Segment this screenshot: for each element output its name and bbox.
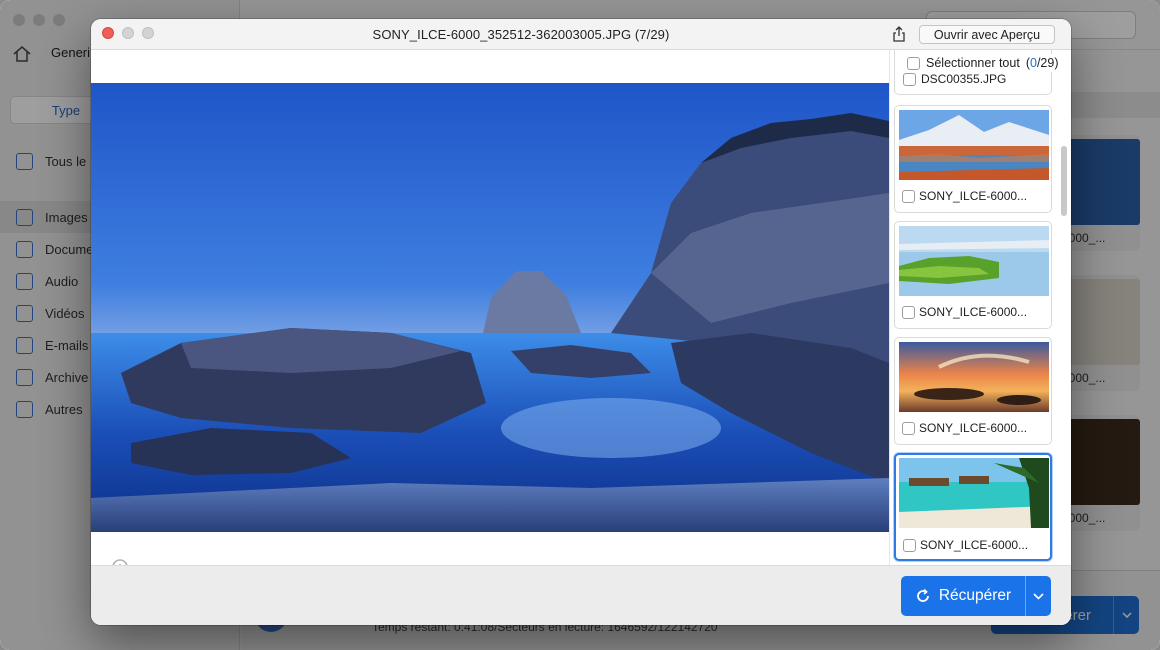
recover-main-button[interactable]: Récupérer	[901, 576, 1025, 616]
thumbnail-label: SONY_ILCE-6000...	[919, 189, 1028, 203]
thumbnail-image	[899, 342, 1049, 412]
select-all-label[interactable]: Sélectionner tout	[926, 56, 1020, 70]
thumbnail-item[interactable]: SONY_ILCE-6000...	[894, 337, 1052, 445]
thumbnail-item-selected[interactable]: SONY_ILCE-6000...	[894, 453, 1052, 561]
thumbnail-image	[899, 226, 1049, 296]
thumbnail-panel: DSC00355.JPG Sélectionner tout (0/29) SO…	[889, 50, 1071, 565]
recover-dropdown-button[interactable]	[1025, 576, 1051, 616]
thumbnail-image	[899, 458, 1049, 528]
thumbnail-checkbox[interactable]	[903, 538, 916, 552]
thumbnail-label-row: SONY_ILCE-6000...	[902, 189, 1027, 203]
select-all-row: Sélectionner tout (0/29)	[905, 54, 1061, 72]
thumbnail-label: DSC00355.JPG	[921, 72, 1007, 86]
preview-modal: SONY_ILCE-6000_352512-362003005.JPG (7/2…	[91, 19, 1071, 625]
thumbnail-item[interactable]: SONY_ILCE-6000...	[894, 221, 1052, 329]
preview-image	[91, 83, 889, 532]
select-all-checkbox[interactable]	[907, 56, 920, 70]
modal-title: SONY_ILCE-6000_352512-362003005.JPG (7/2…	[372, 27, 670, 42]
thumbnail-scrollbar[interactable]	[1061, 146, 1067, 216]
thumbnail-checkbox[interactable]	[902, 421, 915, 435]
select-all-count: (0/29)	[1025, 56, 1059, 70]
modal-footer: Récupérer	[91, 565, 1071, 625]
thumbnail-label-row: SONY_ILCE-6000...	[902, 421, 1027, 435]
total-count: 29	[1040, 56, 1055, 70]
refresh-icon	[916, 588, 929, 602]
thumbnail-label-row: DSC00355.JPG	[903, 72, 1006, 86]
modal-titlebar: SONY_ILCE-6000_352512-362003005.JPG (7/2…	[91, 19, 1071, 50]
open-with-preview-button[interactable]: Ouvrir avec Aperçu	[919, 25, 1055, 44]
share-icon[interactable]	[891, 26, 907, 43]
thumbnail-label-row: SONY_ILCE-6000...	[902, 305, 1027, 319]
preview-area	[91, 50, 889, 579]
thumbnail-checkbox[interactable]	[902, 189, 915, 203]
recover-label: Récupérer	[938, 587, 1012, 604]
thumbnail-checkbox[interactable]	[902, 305, 915, 319]
thumbnail-label: SONY_ILCE-6000...	[919, 421, 1028, 435]
thumbnail-item[interactable]: SONY_ILCE-6000...	[894, 105, 1052, 213]
thumbnail-image	[899, 110, 1049, 180]
thumbnail-label-row: SONY_ILCE-6000...	[903, 538, 1028, 552]
thumbnail-label: SONY_ILCE-6000...	[920, 538, 1029, 552]
thumbnail-checkbox[interactable]	[903, 72, 916, 86]
thumbnail-label: SONY_ILCE-6000...	[919, 305, 1028, 319]
recover-button: Récupérer	[901, 576, 1051, 616]
chevron-down-icon	[1033, 592, 1044, 600]
selected-count: 0	[1029, 56, 1037, 70]
